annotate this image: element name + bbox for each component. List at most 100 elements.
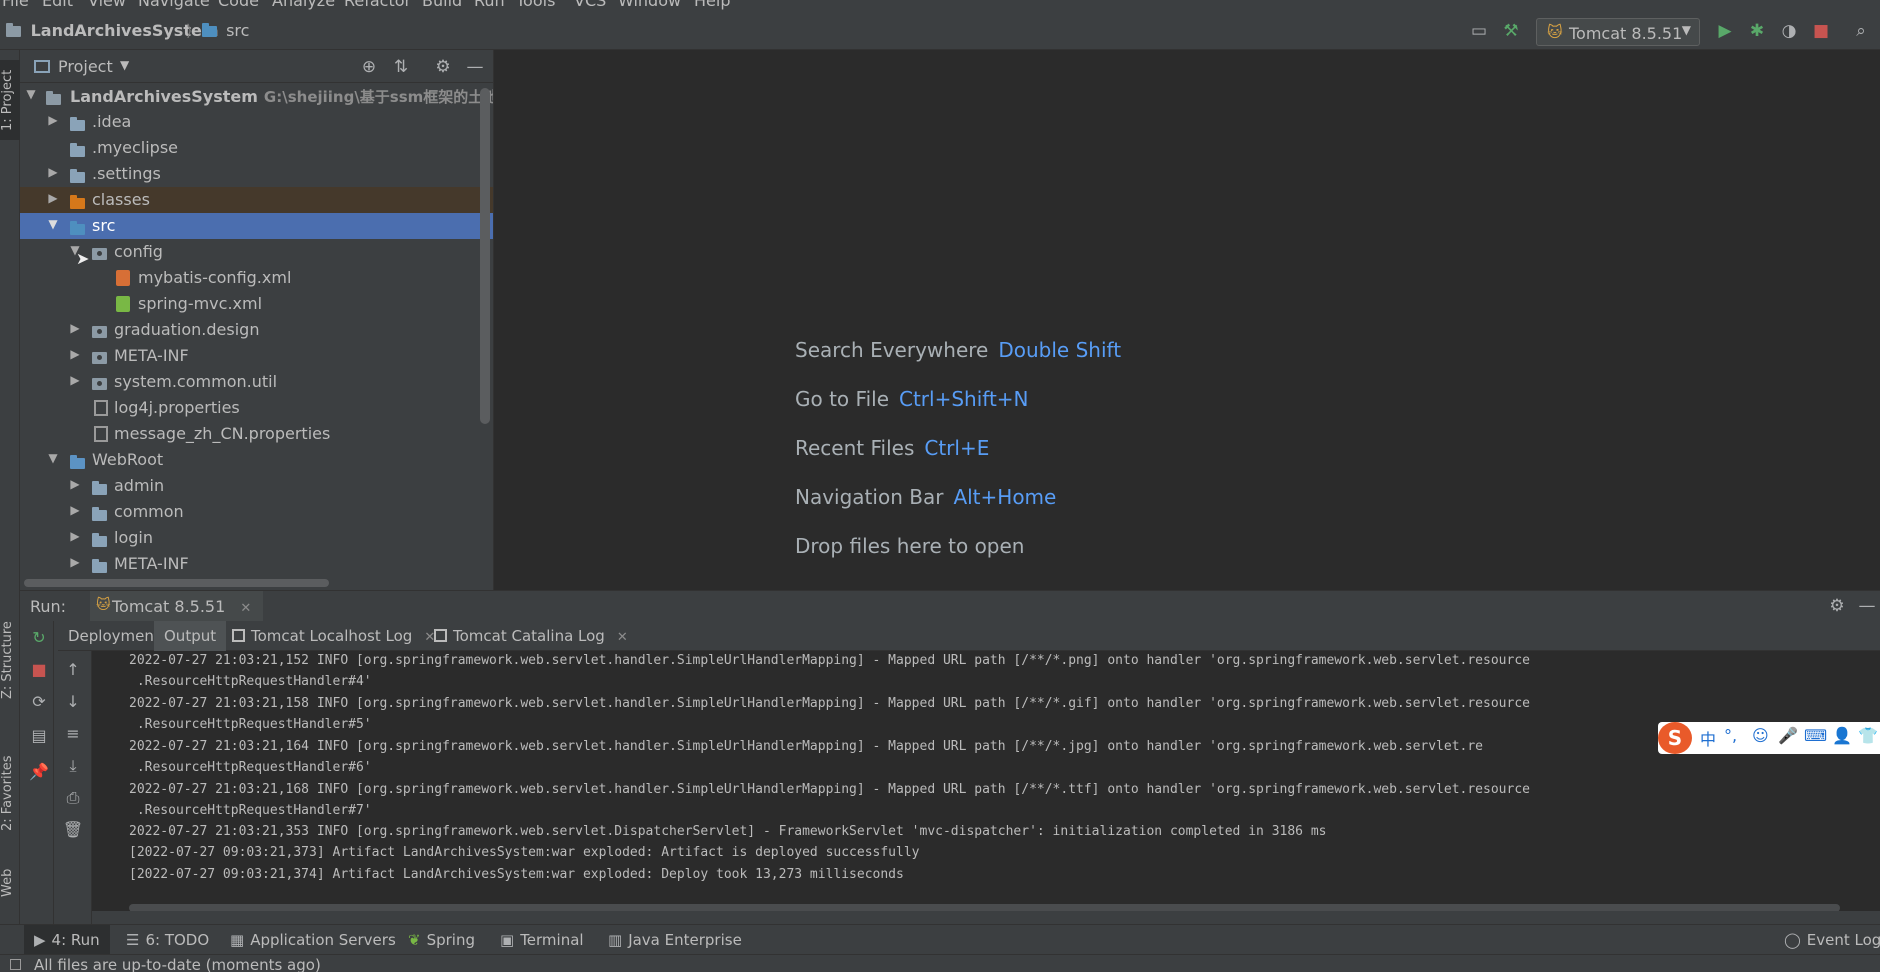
chevron-right-icon[interactable]: ▶: [68, 373, 82, 387]
tab-deployment[interactable]: Deployment: [58, 621, 170, 651]
update-icon[interactable]: ⟳: [28, 691, 50, 713]
coverage-icon[interactable]: ◑: [1778, 20, 1800, 42]
tree-row-login[interactable]: ▶ login: [20, 525, 493, 551]
menu-code[interactable]: Code: [218, 0, 259, 10]
tab-tomcat-catalina-log[interactable]: Tomcat Catalina Log ✕: [424, 621, 638, 651]
tab-java-enterprise[interactable]: ▥ Java Enterprise: [608, 931, 742, 949]
menu-refactor[interactable]: Refactor: [344, 0, 411, 10]
tab-spring[interactable]: ❦ Spring: [408, 931, 475, 949]
tree-row-spring-mvc[interactable]: spring-mvc.xml: [20, 291, 493, 317]
ime-punctuation[interactable]: °,: [1724, 726, 1737, 745]
chevron-right-icon[interactable]: ▶: [68, 555, 82, 569]
layout-icon[interactable]: ▤: [28, 725, 50, 747]
menu-window[interactable]: Window: [618, 0, 681, 10]
tab-web[interactable]: Web: [0, 858, 20, 908]
chevron-down-icon[interactable]: ▼: [24, 87, 38, 101]
console-output[interactable]: 2022-07-27 21:03:21,152 INFO [org.spring…: [92, 651, 1880, 911]
stop-icon[interactable]: ■: [1810, 20, 1832, 42]
tree-row-graduation-design[interactable]: ▶ graduation.design: [20, 317, 493, 343]
toggle-tool-windows-icon[interactable]: [10, 959, 21, 970]
hide-icon[interactable]: —: [1856, 595, 1878, 617]
menu-build[interactable]: Build: [422, 0, 462, 10]
tab-tomcat-localhost-log[interactable]: Tomcat Localhost Log ✕: [222, 621, 445, 651]
menu-view[interactable]: View: [88, 0, 126, 10]
tree-row-src[interactable]: ▼ src: [20, 213, 493, 239]
debug-icon[interactable]: ✱: [1746, 20, 1768, 42]
menu-file[interactable]: File: [2, 0, 29, 10]
stop-icon[interactable]: ■: [28, 659, 50, 681]
project-structure-icon[interactable]: ▭: [1468, 20, 1490, 42]
print-icon[interactable]: ⎙: [62, 787, 84, 809]
menu-edit[interactable]: Edit: [42, 0, 73, 10]
chevron-right-icon[interactable]: ▶: [68, 321, 82, 335]
tab-run[interactable]: ▶ 4: Run: [24, 925, 110, 955]
microphone-icon[interactable]: 🎤: [1778, 726, 1798, 745]
tab-output[interactable]: Output: [154, 621, 227, 651]
tree-horizontal-scrollbar[interactable]: [24, 579, 329, 587]
tree-row-meta-inf-src[interactable]: ▶ META-INF: [20, 343, 493, 369]
tab-structure[interactable]: Z: Structure: [0, 610, 20, 710]
project-panel-title[interactable]: Project: [58, 57, 113, 76]
scroll-to-end-icon[interactable]: ⤓: [62, 755, 84, 777]
chevron-right-icon[interactable]: ▶: [46, 191, 60, 205]
ime-toolbar[interactable]: S 中 °, ☺ 🎤 ⌨ 👤 👕: [1658, 722, 1880, 754]
chevron-right-icon[interactable]: ▶: [68, 477, 82, 491]
keyboard-icon[interactable]: ⌨: [1804, 726, 1827, 745]
search-icon[interactable]: ⌕: [1850, 20, 1872, 42]
run-configuration-selector[interactable]: 🐱 Tomcat 8.5.51 ▼: [1536, 18, 1700, 46]
tab-application-servers[interactable]: ▦ Application Servers: [230, 931, 396, 949]
collapse-all-icon[interactable]: ⇅: [390, 56, 412, 78]
tree-row-settings[interactable]: ▶ .settings: [20, 161, 493, 187]
chevron-right-icon[interactable]: ▶: [68, 347, 82, 361]
tree-row-config[interactable]: ▼ config ➤: [20, 239, 493, 268]
tab-terminal[interactable]: ▣ Terminal: [500, 931, 584, 949]
arrow-down-icon[interactable]: ↓: [62, 691, 84, 713]
pin-icon[interactable]: 📌: [28, 761, 50, 783]
tab-favorites[interactable]: 2: Favorites: [0, 738, 20, 848]
gear-icon[interactable]: ⚙: [432, 56, 454, 78]
menu-run[interactable]: Run: [474, 0, 505, 10]
tree-vertical-scrollbar[interactable]: [480, 88, 490, 424]
close-icon[interactable]: ✕: [617, 630, 628, 645]
user-icon[interactable]: 👤: [1832, 726, 1852, 745]
run-icon[interactable]: ▶: [1714, 20, 1736, 42]
tree-row-mybatis-config[interactable]: mybatis-config.xml: [20, 265, 493, 291]
chevron-right-icon[interactable]: ▶: [46, 113, 60, 127]
chevron-down-icon[interactable]: ▼: [120, 58, 129, 72]
tree-row-log4j[interactable]: log4j.properties: [20, 395, 493, 421]
trash-icon[interactable]: 🗑: [62, 819, 84, 841]
locate-icon[interactable]: ⊕: [358, 56, 380, 78]
ime-mode[interactable]: 中: [1700, 726, 1716, 750]
run-tab-tomcat[interactable]: 🐱 Tomcat 8.5.51 ✕: [90, 591, 264, 621]
rerun-icon[interactable]: ↻: [28, 627, 50, 649]
tree-row-message-properties[interactable]: message_zh_CN.properties: [20, 421, 493, 447]
tree-row-common[interactable]: ▶ common: [20, 499, 493, 525]
soft-wrap-icon[interactable]: ≡: [62, 723, 84, 745]
chevron-right-icon[interactable]: ▶: [68, 529, 82, 543]
tree-row-classes[interactable]: ▶ classes: [20, 187, 493, 213]
arrow-up-icon[interactable]: ↑: [62, 659, 84, 681]
tree-row-admin[interactable]: ▶ admin: [20, 473, 493, 499]
tree-row-idea[interactable]: ▶ .idea: [20, 109, 493, 135]
menu-navigate[interactable]: Navigate: [138, 0, 210, 10]
chevron-down-icon[interactable]: ▼: [46, 451, 60, 465]
tree-row-myeclipse[interactable]: .myeclipse: [20, 135, 493, 161]
menu-help[interactable]: Help: [694, 0, 730, 10]
menu-vcs[interactable]: VCS: [574, 0, 606, 10]
skin-icon[interactable]: 👕: [1858, 726, 1878, 745]
tab-project[interactable]: 1: Project: [0, 60, 20, 140]
hide-icon[interactable]: —: [464, 56, 486, 78]
gear-icon[interactable]: ⚙: [1826, 595, 1848, 617]
build-hammer-icon[interactable]: ⚒: [1500, 20, 1522, 42]
tree-row-meta-inf-webroot[interactable]: ▶ META-INF: [20, 551, 493, 577]
tab-event-log[interactable]: ◯ Event Log: [1784, 931, 1880, 949]
tree-row-landarchivessystem[interactable]: ▼ LandArchivesSystem G:\shejiing\基于ssm框架的…: [20, 83, 493, 109]
chevron-right-icon[interactable]: ▶: [46, 165, 60, 179]
breadcrumb-src[interactable]: src: [202, 21, 249, 40]
tree-row-system-common-util[interactable]: ▶ system.common.util: [20, 369, 493, 395]
emoji-icon[interactable]: ☺: [1752, 726, 1769, 745]
chevron-down-icon[interactable]: ▼: [46, 217, 60, 231]
tab-todo[interactable]: ☰ 6: TODO: [126, 931, 209, 949]
chevron-right-icon[interactable]: ▶: [68, 503, 82, 517]
tree-row-webroot[interactable]: ▼ WebRoot: [20, 447, 493, 473]
